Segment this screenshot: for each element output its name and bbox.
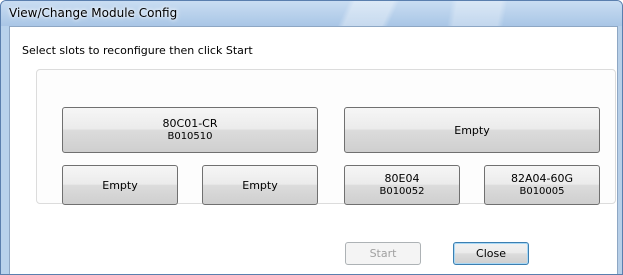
title-bar[interactable]: View/Change Module Config	[1, 1, 622, 26]
slot-serial: B010052	[379, 186, 425, 197]
slot-module-name: Empty	[242, 178, 278, 192]
slot-button-1[interactable]: 80C01-CR B010510	[62, 107, 318, 153]
slot-button-6[interactable]: 82A04-60G B010005	[484, 165, 600, 205]
dialog-content: Select slots to reconfigure then click S…	[9, 26, 618, 274]
slot-module-name: 80E04	[384, 172, 420, 185]
start-button[interactable]: Start	[345, 242, 421, 265]
slot-module-name: Empty	[102, 178, 138, 192]
slot-button-5[interactable]: 80E04 B010052	[344, 165, 460, 205]
slot-button-3[interactable]: Empty	[62, 165, 178, 205]
slot-serial: B010005	[519, 186, 565, 197]
instruction-text: Select slots to reconfigure then click S…	[22, 44, 253, 57]
slot-button-2[interactable]: Empty	[344, 107, 600, 153]
slot-module-name: 82A04-60G	[510, 172, 573, 185]
slot-group: 80C01-CR B010510 Empty Empty Empty 80E04…	[36, 69, 616, 205]
slot-module-name: Empty	[454, 123, 490, 137]
window-title: View/Change Module Config	[9, 6, 178, 20]
dialog-window: View/Change Module Config Select slots t…	[0, 0, 623, 275]
slot-serial: B010510	[167, 131, 213, 142]
slot-module-name: 80C01-CR	[162, 117, 218, 130]
slot-button-4[interactable]: Empty	[202, 165, 318, 205]
close-button[interactable]: Close	[453, 242, 529, 265]
